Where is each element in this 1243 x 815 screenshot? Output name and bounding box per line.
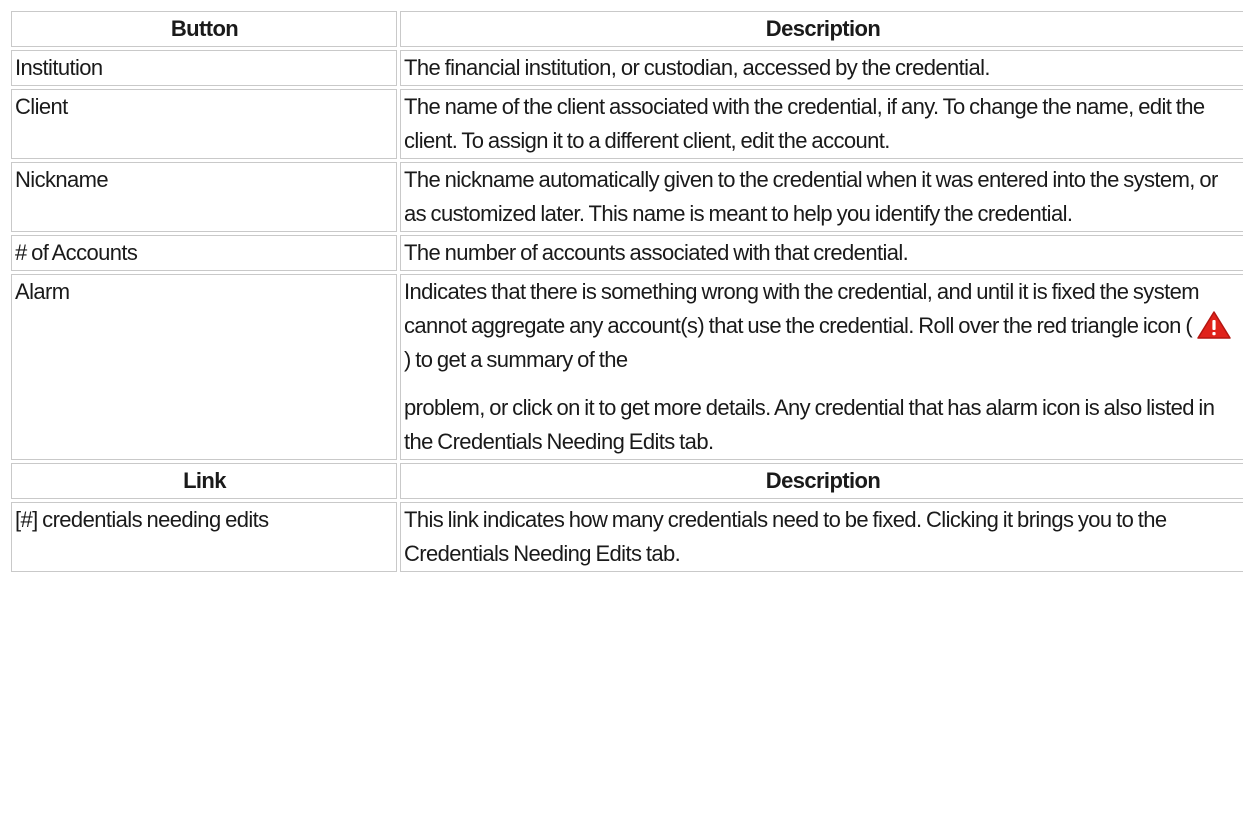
alarm-exclamation-dot — [1212, 332, 1216, 336]
button-description-alarm: Indicates that there is something wrong … — [400, 274, 1243, 460]
table-row: Alarm Indicates that there is something … — [11, 274, 1243, 460]
link-column-header: Link — [11, 463, 397, 499]
link-header-row: Link Description — [11, 463, 1243, 499]
table-row: [#] credentials needing edits This link … — [11, 502, 1243, 572]
button-header-row: Button Description — [11, 11, 1243, 47]
button-name-accounts: # of Accounts — [11, 235, 397, 271]
link-description-column-header: Description — [400, 463, 1243, 499]
table-row: Institution The financial institution, o… — [11, 50, 1243, 86]
red-triangle-alarm-icon[interactable] — [1196, 310, 1232, 340]
button-name-institution: Institution — [11, 50, 397, 86]
alarm-exclamation-bar — [1212, 320, 1216, 331]
button-name-nickname: Nickname — [11, 162, 397, 232]
link-name-credentials-needing-edits[interactable]: [#] credentials needing edits — [11, 502, 397, 572]
button-description-nickname: The nickname automatically given to the … — [400, 162, 1243, 232]
table-row: Nickname The nickname automatically give… — [11, 162, 1243, 232]
alarm-description-part-2: ) to get a summary of the — [404, 347, 628, 372]
button-description-accounts: The number of accounts associated with t… — [400, 235, 1243, 271]
link-description-credentials-needing-edits: This link indicates how many credentials… — [400, 502, 1243, 572]
table-row: Client The name of the client associated… — [11, 89, 1243, 159]
alarm-description-part-3: problem, or click on it to get more deta… — [404, 395, 1215, 454]
button-name-client: Client — [11, 89, 397, 159]
button-description-institution: The financial institution, or custodian,… — [400, 50, 1243, 86]
description-column-header: Description — [400, 11, 1243, 47]
reference-table: Button Description Institution The finan… — [8, 8, 1243, 575]
alarm-description-part-1: Indicates that there is something wrong … — [404, 279, 1200, 338]
table-row: # of Accounts The number of accounts ass… — [11, 235, 1243, 271]
button-name-alarm: Alarm — [11, 274, 397, 460]
button-column-header: Button — [11, 11, 397, 47]
button-description-client: The name of the client associated with t… — [400, 89, 1243, 159]
alarm-description-gap — [404, 377, 1242, 391]
